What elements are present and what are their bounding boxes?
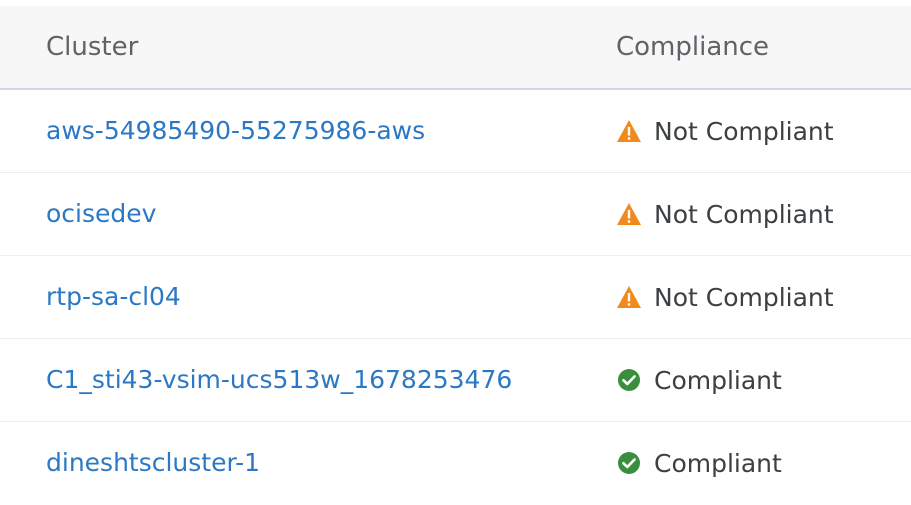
cluster-link[interactable]: aws-54985490-55275986-aws <box>46 90 425 172</box>
cluster-link[interactable]: ocisedev <box>46 173 156 255</box>
check-circle-icon <box>616 450 642 476</box>
compliance-status: Not Compliant <box>616 256 834 338</box>
table-row: ocisedev Not Compliant <box>0 173 911 256</box>
status-label: Not Compliant <box>654 116 834 146</box>
column-header-compliance[interactable]: Compliance <box>616 6 769 88</box>
status-label: Not Compliant <box>654 199 834 229</box>
status-label: Compliant <box>654 448 782 478</box>
cluster-link[interactable]: dineshtscluster-1 <box>46 422 260 504</box>
status-label: Not Compliant <box>654 282 834 312</box>
status-label: Compliant <box>654 365 782 395</box>
table-row: C1_sti43-vsim-ucs513w_1678253476 Complia… <box>0 339 911 422</box>
table-row: rtp-sa-cl04 Not Compliant <box>0 256 911 339</box>
warning-icon <box>616 118 642 144</box>
warning-icon <box>616 201 642 227</box>
compliance-status: Compliant <box>616 422 782 504</box>
column-header-cluster[interactable]: Cluster <box>46 6 138 88</box>
cluster-link[interactable]: rtp-sa-cl04 <box>46 256 181 338</box>
compliance-status: Not Compliant <box>616 173 834 255</box>
cluster-link[interactable]: C1_sti43-vsim-ucs513w_1678253476 <box>46 339 512 421</box>
table-header: Cluster Compliance <box>0 6 911 90</box>
compliance-status: Not Compliant <box>616 90 834 172</box>
warning-icon <box>616 284 642 310</box>
check-circle-icon <box>616 367 642 393</box>
table-row: aws-54985490-55275986-aws Not Compliant <box>0 90 911 173</box>
cluster-compliance-table: Cluster Compliance aws-54985490-55275986… <box>0 0 911 502</box>
table-row: dineshtscluster-1 Compliant <box>0 422 911 505</box>
compliance-status: Compliant <box>616 339 782 421</box>
